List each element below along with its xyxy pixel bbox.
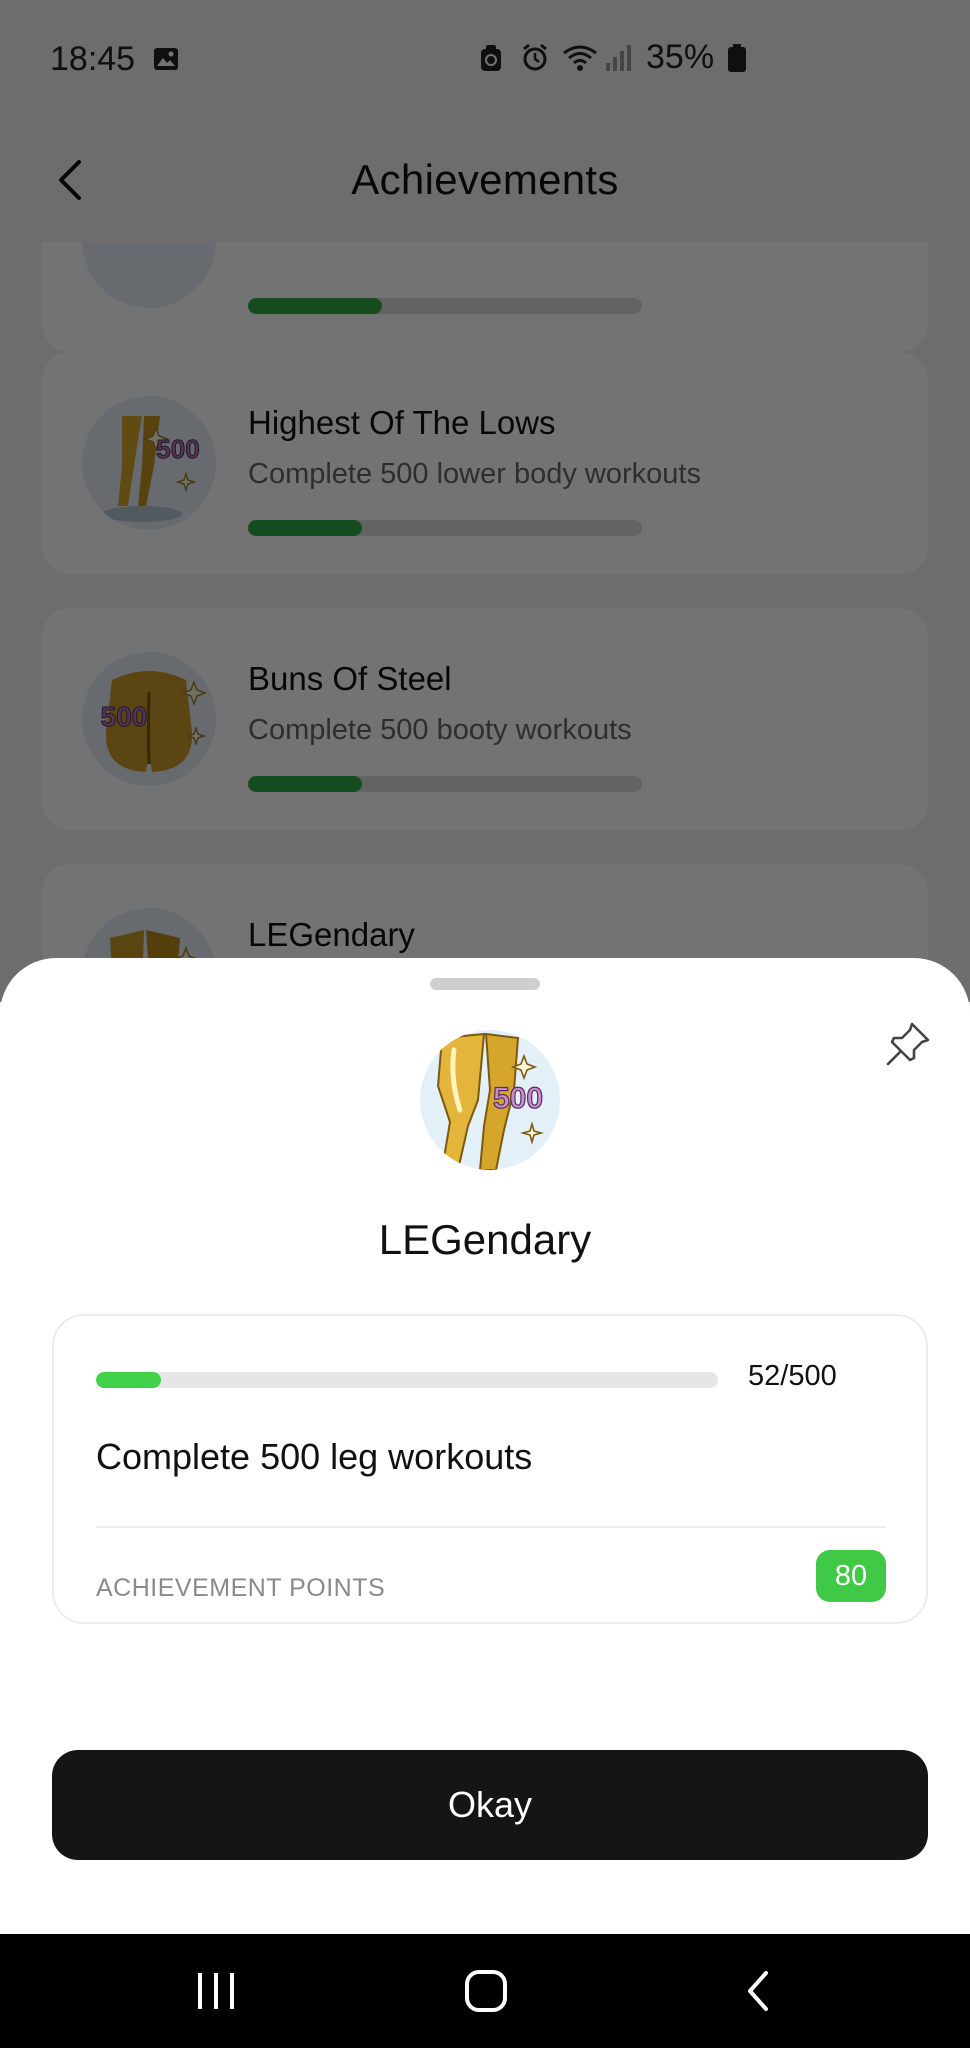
svg-text:500: 500	[493, 1082, 543, 1115]
progress-track	[96, 1372, 718, 1388]
achievement-card[interactable]: 500 Highest Of The Lows Complete 500 low…	[42, 352, 928, 574]
sheet-badge: 500	[420, 1030, 560, 1170]
legs-badge-icon: 500	[436, 1032, 544, 1170]
achievement-detail-sheet: 500 LEGendary 52/500 Complete 500 leg wo…	[0, 958, 970, 1934]
svg-text:500: 500	[156, 434, 199, 464]
achievement-card[interactable]	[42, 242, 928, 352]
achievement-info-card: 52/500 Complete 500 leg workouts ACHIEVE…	[52, 1314, 928, 1624]
pin-icon	[886, 1022, 930, 1066]
recents-icon	[198, 1973, 234, 2009]
divider	[96, 1526, 886, 1528]
progress-count: 52/500	[748, 1360, 837, 1392]
status-time: 18:45	[50, 39, 136, 78]
header: Achievements	[0, 118, 970, 242]
progress-track	[248, 298, 642, 314]
achievement-description: Complete 500 leg workouts	[96, 1436, 533, 1477]
nav-back-button[interactable]	[708, 1954, 808, 2028]
status-icons: 35%	[478, 38, 756, 77]
svg-text:500: 500	[101, 701, 148, 732]
battery-percent: 35%	[646, 38, 715, 76]
home-button[interactable]	[436, 1954, 536, 2028]
sheet-title: LEGendary	[378, 1216, 592, 1263]
clean-icon	[478, 43, 508, 73]
achievement-list: 500 Highest Of The Lows Complete 500 low…	[0, 242, 970, 1002]
status-bar: 18:45 35%	[0, 0, 970, 118]
progress-fill	[248, 298, 382, 314]
achievement-title: Buns Of Steel	[248, 660, 452, 697]
system-nav-bar	[0, 1934, 970, 2048]
achievement-card[interactable]: 500 Buns Of Steel Complete 500 booty wor…	[42, 608, 928, 830]
progress-fill	[248, 520, 363, 536]
sheet-grabber[interactable]	[430, 978, 540, 990]
image-icon	[151, 44, 181, 74]
recents-button[interactable]	[166, 1954, 266, 2028]
achievement-badge	[82, 242, 216, 308]
home-icon	[465, 1970, 507, 2012]
signal-icon	[604, 43, 634, 73]
status-time-group: 18:45	[50, 40, 181, 79]
wifi-icon	[562, 43, 597, 73]
page-title: Achievements	[351, 156, 619, 203]
pin-button[interactable]	[876, 1012, 940, 1076]
progress-track	[248, 776, 642, 792]
progress-track	[248, 520, 642, 536]
lower-body-badge-icon: 500	[102, 416, 200, 522]
back-button[interactable]	[30, 140, 110, 220]
achievement-title: LEGendary	[248, 916, 415, 953]
chevron-left-icon	[59, 160, 81, 200]
alarm-icon	[520, 43, 550, 73]
booty-badge-icon: 500	[100, 671, 208, 772]
achievement-description: Complete 500 booty workouts	[248, 714, 632, 746]
okay-button[interactable]: Okay	[52, 1750, 928, 1860]
points-label: ACHIEVEMENT POINTS	[96, 1574, 386, 1602]
achievement-badge: 500	[82, 396, 216, 530]
achievement-description: Complete 500 lower body workouts	[248, 458, 701, 490]
achievement-title: Highest Of The Lows	[248, 404, 556, 441]
points-badge: 80	[816, 1550, 886, 1602]
achievement-badge: 500	[82, 652, 216, 786]
progress-fill	[248, 776, 363, 792]
battery-icon	[726, 43, 756, 73]
progress-fill	[96, 1372, 161, 1388]
back-icon	[748, 1971, 768, 2011]
